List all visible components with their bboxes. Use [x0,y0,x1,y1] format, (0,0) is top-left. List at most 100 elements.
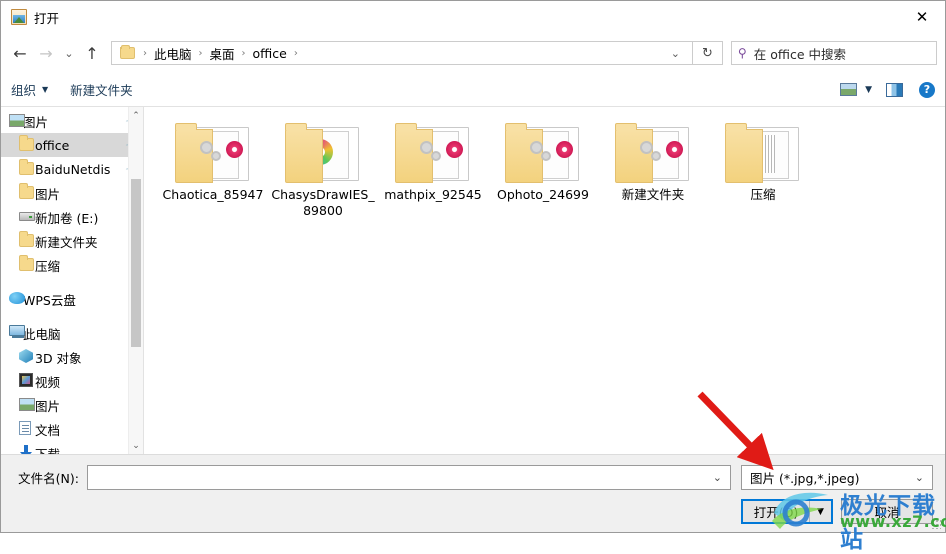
document-icon [19,421,31,435]
folder-icon [19,135,34,151]
search-input[interactable]: ⚲ 在 office 中搜索 [731,41,937,65]
filename-input[interactable]: ⌄ [87,465,731,490]
list-item[interactable]: ChasysDrawIES_89800 [268,115,378,219]
sidebar-item-pictures[interactable]: 图片 📌 [1,109,143,133]
3d-object-icon [19,349,33,363]
chevron-down-icon[interactable]: ⌄ [915,471,928,484]
file-name: 压缩 [750,187,776,202]
sidebar-item-compressed[interactable]: 压缩 [1,253,143,277]
video-icon [19,373,33,387]
breadcrumb-separator: › [241,47,246,59]
up-button[interactable]: ↑ [79,40,105,66]
dialog-footer: 文件名(N): ⌄ 图片 (*.jpg,*.jpeg) ⌄ 打开(O) ▼ 取消 [1,454,945,532]
filename-label: 文件名(N): [18,471,79,486]
sidebar-item-label: 下载 [35,446,61,455]
sidebar-scrollbar[interactable]: ⌃ ⌄ [128,107,143,454]
list-item[interactable]: Ophoto_24699 [488,115,598,219]
sidebar-item-label: 视频 [35,374,61,390]
sidebar-item-label: 新加卷 (E:) [35,210,99,226]
list-item[interactable]: Chaotica_85947 [158,115,268,219]
sidebar-item-label: 压缩 [35,258,61,274]
sidebar-list: 图片 📌 office 📌 BaiduNetdis 📌 图片 [1,107,143,454]
open-button[interactable]: 打开(O) ▼ [741,499,833,524]
open-dropdown-icon[interactable]: ▼ [809,501,831,522]
view-icon[interactable] [840,83,858,96]
sidebar-item-wps-cloud[interactable]: WPS云盘 [1,287,143,311]
new-folder-label: 新建文件夹 [70,83,133,98]
breadcrumb[interactable]: › 此电脑 › 桌面 › office › ⌄ [111,41,693,65]
list-item[interactable]: mathpix_92545 [378,115,488,219]
cloud-icon [9,292,25,304]
breadcrumb-separator: › [143,47,147,59]
folder-icon [395,121,471,183]
sidebar-item-office[interactable]: office 📌 [1,133,143,157]
scroll-up-icon[interactable]: ⌃ [129,107,143,124]
sidebar-item-this-pc[interactable]: 此电脑 [1,321,143,345]
file-name: ChasysDrawIES_89800 [271,187,375,218]
chevron-down-icon[interactable]: ⌄ [667,47,688,60]
navigation-pane: 图片 📌 office 📌 BaiduNetdis 📌 图片 [1,107,144,454]
file-type-filter-select[interactable]: 图片 (*.jpg,*.jpeg) ⌄ [741,465,933,490]
filename-row: 文件名(N): ⌄ 图片 (*.jpg,*.jpeg) ⌄ [13,465,933,490]
sidebar-item-label: 图片 [35,186,61,202]
folder-icon [175,121,251,183]
sidebar-item-new-volume-e[interactable]: 新加卷 (E:) [1,205,143,229]
folder-icon [285,121,361,183]
folder-icon [120,45,135,59]
breadcrumb-separator: › [198,47,203,59]
folder-icon [19,183,34,199]
folder-icon [19,231,34,247]
sidebar-item-baidunetdisk[interactable]: BaiduNetdis 📌 [1,157,143,181]
new-folder-button[interactable]: 新建文件夹 [70,80,133,99]
dialog-body: 图片 📌 office 📌 BaiduNetdis 📌 图片 [1,107,945,454]
sidebar-item-downloads[interactable]: 下载 [1,441,143,454]
search-placeholder: 在 office 中搜索 [753,46,847,62]
download-icon [19,445,33,454]
button-row: 打开(O) ▼ 取消 [13,499,933,524]
organize-button[interactable]: 组织 ▼ [11,80,48,99]
back-button[interactable]: ← [7,40,33,66]
sidebar-item-videos[interactable]: 视频 [1,369,143,393]
chevron-down-icon[interactable]: ▼ [865,85,872,95]
cancel-button[interactable]: 取消 [841,499,933,524]
chevron-down-icon[interactable]: ⌄ [713,471,726,484]
folder-icon [615,121,691,183]
sidebar-item-label: 文档 [35,422,61,438]
search-icon: ⚲ [738,46,747,60]
sidebar-item-label: BaiduNetdis [35,161,111,177]
sidebar-item-pictures-3[interactable]: 图片 [1,393,143,417]
refresh-icon[interactable]: ↻ [693,41,723,65]
file-list-pane[interactable]: Chaotica_85947 ChasysDrawIES_89800 mathp… [144,107,945,454]
folder-icon [19,255,34,271]
folder-icon [505,121,581,183]
navigation-bar: ← → ⌄ ↑ › 此电脑 › 桌面 › office › ⌄ ↻ ⚲ 在 of… [1,33,945,73]
forward-button[interactable]: → [33,40,59,66]
open-button-label: 打开(O) [753,505,799,520]
window-title: 打开 [34,10,60,26]
recent-locations-button[interactable]: ⌄ [59,40,79,66]
command-bar: 组织 ▼ 新建文件夹 ▼ ? [1,73,945,107]
file-name: mathpix_92545 [384,187,482,202]
open-file-dialog: 打开 ✕ ← → ⌄ ↑ › 此电脑 › 桌面 › office › ⌄ ↻ ⚲… [0,0,946,533]
breadcrumb-item-0[interactable]: 此电脑 [152,44,194,63]
file-name: 新建文件夹 [621,187,685,202]
scrollbar-thumb[interactable] [131,179,141,347]
sidebar-item-label: 此电脑 [23,326,61,342]
list-item[interactable]: 新建文件夹 [598,115,708,219]
resize-grip[interactable] [931,519,941,529]
sidebar-item-pictures-2[interactable]: 图片 [1,181,143,205]
breadcrumb-item-2[interactable]: office [251,46,289,61]
sidebar-item-documents[interactable]: 文档 [1,417,143,441]
file-name: Chaotica_85947 [162,187,264,202]
scroll-down-icon[interactable]: ⌄ [129,437,143,454]
close-icon[interactable]: ✕ [899,1,945,32]
list-item[interactable]: 压缩 [708,115,818,219]
preview-pane-icon[interactable] [886,82,903,97]
file-name: Ophoto_24699 [497,187,589,202]
sidebar-item-label: WPS云盘 [23,292,76,308]
command-bar-right: ▼ ? [840,81,935,98]
breadcrumb-item-1[interactable]: 桌面 [208,44,237,63]
sidebar-item-3d-objects[interactable]: 3D 对象 [1,345,143,369]
help-icon[interactable]: ? [919,81,935,98]
sidebar-item-new-folder[interactable]: 新建文件夹 [1,229,143,253]
